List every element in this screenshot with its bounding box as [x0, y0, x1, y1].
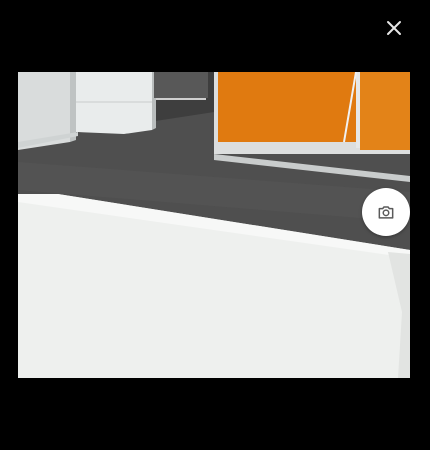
close-icon — [387, 21, 401, 35]
camera-preview — [18, 72, 410, 378]
close-button[interactable] — [382, 16, 406, 40]
camera-icon — [378, 206, 394, 219]
camera-capture-dialog — [0, 0, 430, 450]
capture-button[interactable] — [362, 188, 410, 236]
